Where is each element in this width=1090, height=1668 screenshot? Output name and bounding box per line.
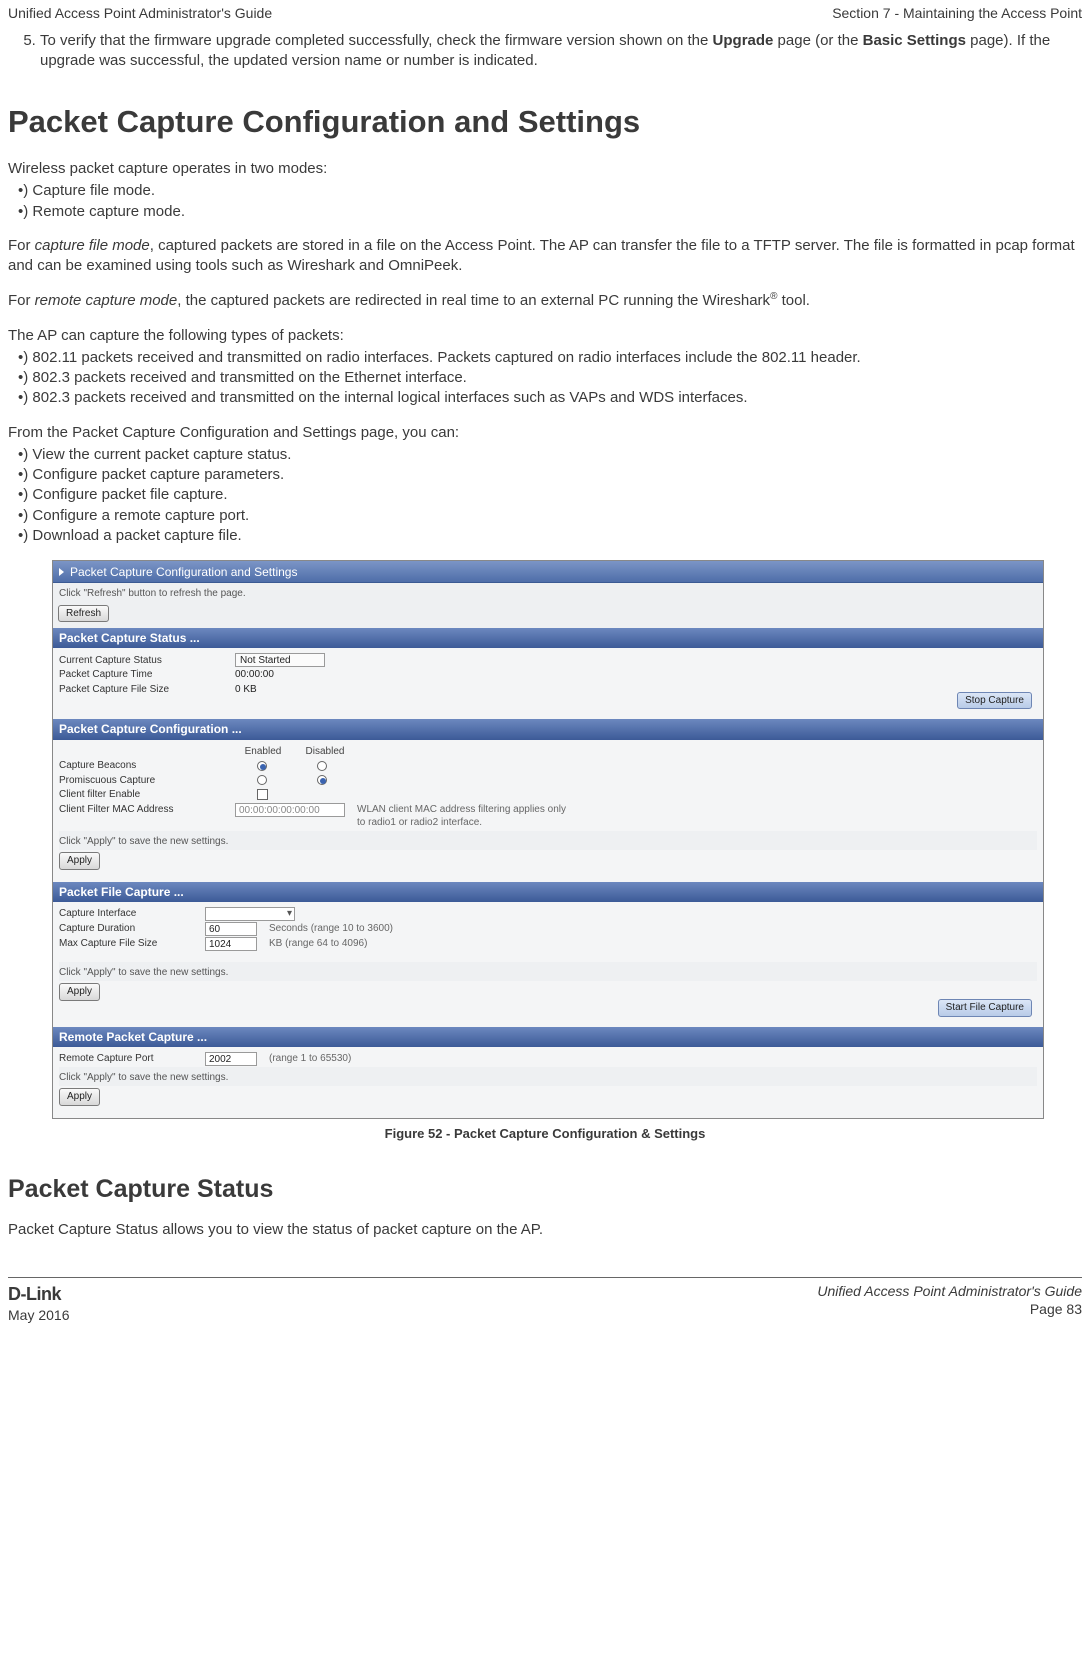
actions-list: View the current packet capture status. … (18, 445, 1082, 546)
action-item: Configure a remote capture port. (18, 506, 1082, 526)
pkt-item: 802.3 packets received and transmitted o… (18, 388, 1082, 408)
capture-size-label: Packet Capture File Size (59, 683, 229, 697)
footer-date: May 2016 (8, 1306, 69, 1325)
firmware-step-5: To verify that the firmware upgrade comp… (40, 31, 1082, 72)
section-heading: Packet Capture Configuration and Setting… (8, 101, 1082, 143)
status-section-header: Packet Capture Status ... (53, 628, 1043, 648)
remote-port-label: Remote Capture Port (59, 1052, 199, 1066)
remote-port-input[interactable]: 2002 (205, 1052, 257, 1066)
client-filter-label: Client filter Enable (59, 788, 229, 802)
remote-apply-button[interactable]: Apply (59, 1088, 100, 1106)
capture-beacons-enabled-radio[interactable] (257, 761, 267, 771)
stop-capture-button[interactable]: Stop Capture (957, 692, 1032, 710)
disabled-column-header: Disabled (297, 745, 353, 759)
file-section-header: Packet File Capture ... (53, 882, 1043, 902)
current-status-value: Not Started (235, 653, 325, 667)
page-header: Unified Access Point Administrator's Gui… (8, 0, 1082, 31)
remote-section: Remote Capture Port 2002 (range 1 to 655… (53, 1047, 1043, 1118)
capture-interface-select[interactable] (205, 907, 295, 921)
capture-size-value: 0 KB (235, 683, 257, 697)
client-filter-checkbox[interactable] (257, 789, 268, 800)
capture-duration-label: Capture Duration (59, 922, 199, 936)
enabled-column-header: Enabled (235, 745, 291, 759)
modes-intro: Wireless packet capture operates in two … (8, 159, 1082, 179)
mode-item: Remote capture mode. (18, 202, 1082, 222)
max-file-size-label: Max Capture File Size (59, 937, 199, 951)
action-item: View the current packet capture status. (18, 445, 1082, 465)
mac-filter-input[interactable]: 00:00:00:00:00:00 (235, 803, 345, 817)
panel-title: Packet Capture Configuration and Setting… (70, 564, 297, 580)
max-file-size-input[interactable]: 1024 (205, 937, 257, 951)
action-item: Configure packet file capture. (18, 485, 1082, 505)
config-apply-hint: Click "Apply" to save the new settings. (59, 831, 1037, 851)
capture-file-para: For capture file mode, captured packets … (8, 236, 1082, 277)
promiscuous-disabled-radio[interactable] (317, 775, 327, 785)
file-apply-hint: Click "Apply" to save the new settings. (59, 962, 1037, 982)
capture-beacons-label: Capture Beacons (59, 759, 229, 773)
promiscuous-label: Promiscuous Capture (59, 774, 229, 788)
modes-list: Capture file mode. Remote capture mode. (18, 181, 1082, 222)
config-apply-button[interactable]: Apply (59, 852, 100, 870)
brand-logo: D-Link (8, 1282, 69, 1306)
current-status-label: Current Capture Status (59, 654, 229, 668)
mac-filter-note: WLAN client MAC address filtering applie… (357, 803, 577, 830)
pkt-item: 802.3 packets received and transmitted o… (18, 368, 1082, 388)
action-item: Configure packet capture parameters. (18, 465, 1082, 485)
capture-duration-note: Seconds (range 10 to 3600) (269, 922, 393, 936)
file-apply-button[interactable]: Apply (59, 983, 100, 1001)
firmware-step-list: To verify that the firmware upgrade comp… (34, 31, 1082, 72)
footer-title: Unified Access Point Administrator's Gui… (817, 1282, 1082, 1301)
capture-interface-label: Capture Interface (59, 907, 199, 921)
mode-item: Capture file mode. (18, 181, 1082, 201)
capture-time-value: 00:00:00 (235, 668, 274, 682)
config-section: Enabled Disabled Capture Beacons Promisc… (53, 740, 1043, 882)
promiscuous-enabled-radio[interactable] (257, 775, 267, 785)
footer-page: Page 83 (817, 1300, 1082, 1319)
remote-port-note: (range 1 to 65530) (269, 1052, 351, 1066)
refresh-hint: Click "Refresh" button to refresh the pa… (53, 583, 1043, 603)
remote-capture-para: For remote capture mode, the captured pa… (8, 290, 1082, 311)
figure-caption: Figure 52 - Packet Capture Configuration… (8, 1125, 1082, 1143)
packet-types-list: 802.11 packets received and transmitted … (18, 348, 1082, 409)
remote-apply-hint: Click "Apply" to save the new settings. (59, 1067, 1037, 1087)
capture-duration-input[interactable]: 60 (205, 922, 257, 936)
action-item: Download a packet capture file. (18, 526, 1082, 546)
actions-intro: From the Packet Capture Configuration an… (8, 423, 1082, 443)
header-right: Section 7 - Maintaining the Access Point (832, 4, 1082, 23)
page-footer: D-Link May 2016 Unified Access Point Adm… (8, 1277, 1082, 1325)
config-section-header: Packet Capture Configuration ... (53, 719, 1043, 739)
file-section: Capture Interface Capture Duration 60 Se… (53, 902, 1043, 1027)
capture-beacons-disabled-radio[interactable] (317, 761, 327, 771)
embedded-ui-panel: Packet Capture Configuration and Setting… (52, 560, 1044, 1119)
panel-titlebar: Packet Capture Configuration and Setting… (53, 561, 1043, 583)
subsection-heading: Packet Capture Status (8, 1173, 1082, 1207)
start-file-capture-button[interactable]: Start File Capture (938, 999, 1032, 1017)
mac-filter-label: Client Filter MAC Address (59, 803, 229, 817)
refresh-button[interactable]: Refresh (58, 605, 109, 623)
status-section: Current Capture Status Not Started Packe… (53, 648, 1043, 719)
remote-section-header: Remote Packet Capture ... (53, 1027, 1043, 1047)
max-file-size-note: KB (range 64 to 4096) (269, 937, 367, 951)
status-description: Packet Capture Status allows you to view… (8, 1220, 1082, 1240)
packet-types-intro: The AP can capture the following types o… (8, 326, 1082, 346)
header-left: Unified Access Point Administrator's Gui… (8, 4, 272, 23)
capture-time-label: Packet Capture Time (59, 668, 229, 682)
expand-icon (59, 568, 64, 576)
pkt-item: 802.11 packets received and transmitted … (18, 348, 1082, 368)
